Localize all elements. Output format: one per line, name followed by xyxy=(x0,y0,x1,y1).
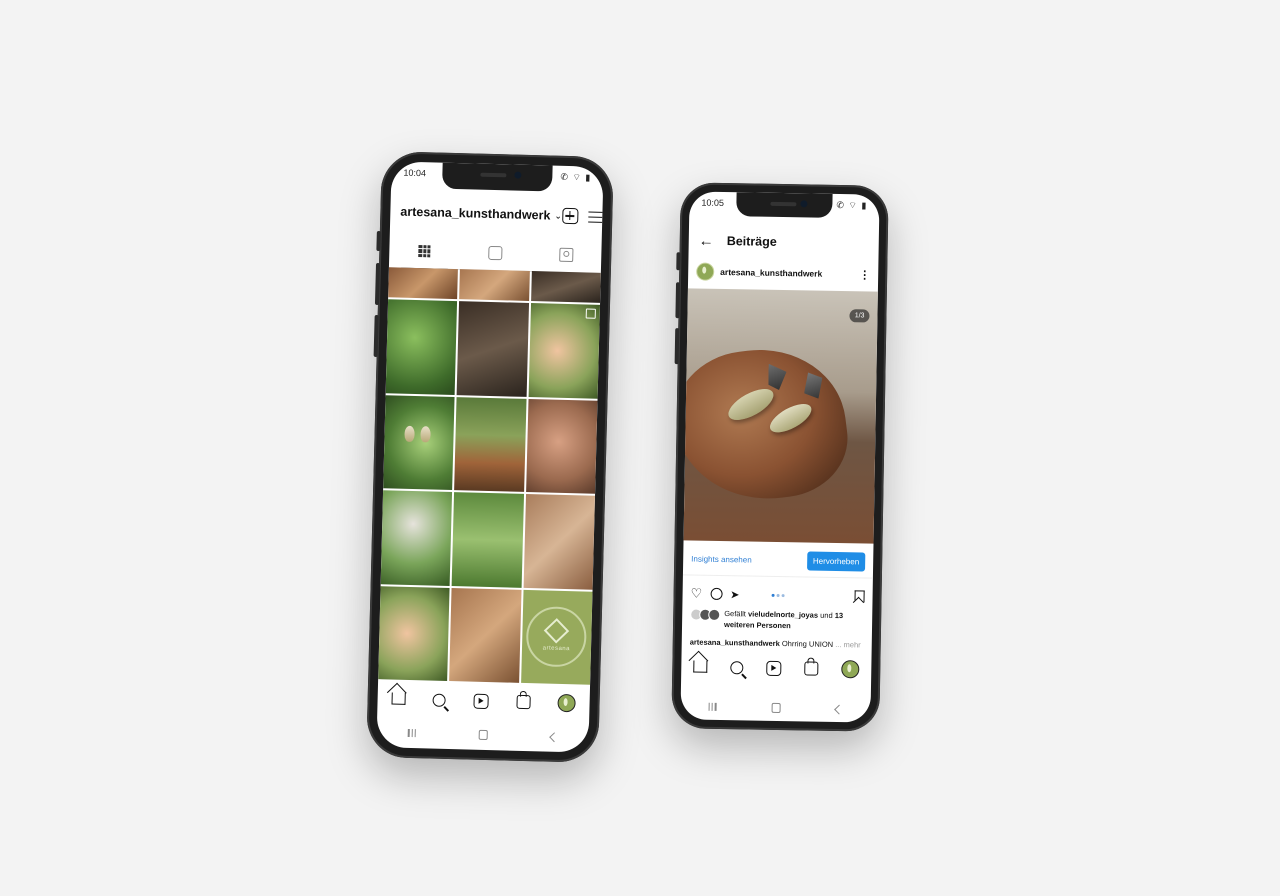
author-name[interactable]: artesana_kunsthandwerk xyxy=(720,267,822,279)
insights-row: Insights ansehen Hervorheben xyxy=(682,542,874,579)
multi-image-icon xyxy=(585,308,596,319)
post-actions: ♡ ➤ xyxy=(682,583,872,606)
status-icons: ✆ ⌔ ▮ xyxy=(836,199,868,211)
notch xyxy=(442,162,553,192)
carousel-dots xyxy=(771,593,785,597)
bookmark-icon[interactable] xyxy=(854,590,865,603)
author-avatar[interactable] xyxy=(696,262,715,281)
tab-tagged[interactable] xyxy=(530,237,602,273)
shop-icon[interactable] xyxy=(804,661,819,676)
home-icon[interactable] xyxy=(692,660,708,673)
volume-button xyxy=(676,252,681,271)
comment-icon[interactable] xyxy=(710,587,723,601)
grid-photo[interactable] xyxy=(388,267,459,300)
add-post-icon[interactable] xyxy=(561,207,579,225)
bottom-nav xyxy=(377,679,590,723)
volume-button xyxy=(374,262,381,306)
bottom-nav xyxy=(681,651,871,684)
insights-link[interactable]: Insights ansehen xyxy=(691,554,752,564)
notch xyxy=(736,192,833,218)
recents-icon[interactable] xyxy=(708,702,717,711)
home-icon[interactable] xyxy=(391,692,406,705)
photo-grid: artesana xyxy=(378,267,601,685)
brand-logo: artesana xyxy=(525,606,588,668)
system-home-icon[interactable] xyxy=(771,702,781,714)
grid-photo[interactable] xyxy=(383,394,455,491)
page-title: Beiträge xyxy=(726,234,777,249)
heart-icon[interactable]: ♡ xyxy=(690,585,702,601)
likes-prefix: Gefällt xyxy=(724,609,747,619)
reels-icon[interactable] xyxy=(473,693,489,709)
reels-icon[interactable] xyxy=(766,660,782,676)
tab-reels[interactable] xyxy=(460,235,532,271)
search-icon[interactable] xyxy=(729,660,744,674)
post-screen: 10:05 ✆ ⌔ ▮ ← Beiträge artesana_kunsthan… xyxy=(680,191,880,723)
grid-photo[interactable] xyxy=(385,299,458,395)
post-image[interactable]: 1/3 xyxy=(683,288,878,544)
grid-photo[interactable] xyxy=(454,396,527,492)
tagged-icon xyxy=(558,247,574,263)
grid-photo[interactable] xyxy=(525,398,598,494)
post-author-row: artesana_kunsthandwerk ⋮ xyxy=(688,259,878,286)
grid-photo[interactable] xyxy=(530,271,601,303)
reels-icon xyxy=(488,245,503,261)
caption-user[interactable]: artesana_kunsthandwerk xyxy=(690,637,780,648)
liker-avatars xyxy=(690,608,721,630)
grid-photo[interactable] xyxy=(451,492,524,588)
volume-button xyxy=(373,314,379,358)
system-back-icon[interactable] xyxy=(834,704,845,715)
likes-user[interactable]: vieludelnorte_joyas xyxy=(748,609,818,619)
caption: artesana_kunsthandwerk Ohrring UNION ...… xyxy=(682,637,872,649)
status-icons: ✆ ⌔ ▮ xyxy=(560,171,592,183)
grid-photo[interactable] xyxy=(378,585,450,681)
grid-icon xyxy=(418,245,431,258)
system-home-icon[interactable] xyxy=(478,729,488,741)
caption-more-link[interactable]: ... mehr xyxy=(835,640,861,649)
phone-profile: 10:04 ✆ ⌔ ▮ artesana_kunsthandwerk ⌄ art… xyxy=(366,151,614,763)
image-counter-badge: 1/3 xyxy=(849,309,870,323)
menu-icon[interactable] xyxy=(587,210,603,223)
profile-avatar[interactable] xyxy=(557,693,576,713)
profile-screen: 10:04 ✆ ⌔ ▮ artesana_kunsthandwerk ⌄ art… xyxy=(376,161,604,753)
grid-photo[interactable]: artesana xyxy=(520,589,593,685)
grid-photo[interactable] xyxy=(380,490,453,586)
back-arrow-icon[interactable]: ← xyxy=(699,232,717,249)
post-header: ← Beiträge xyxy=(689,227,879,256)
volume-button xyxy=(675,282,681,319)
shop-icon[interactable] xyxy=(515,694,531,710)
likes-row: Gefällt vieludelnorte_joyas und 13 weite… xyxy=(682,607,872,632)
system-nav xyxy=(680,693,870,722)
system-nav xyxy=(376,717,589,753)
likes-and: und xyxy=(820,610,833,620)
status-time: 10:04 xyxy=(403,167,427,179)
grid-photo[interactable] xyxy=(456,301,529,397)
grid-photo[interactable] xyxy=(449,587,522,683)
grid-photo[interactable] xyxy=(459,269,530,301)
profile-avatar[interactable] xyxy=(841,660,860,679)
grid-photo[interactable] xyxy=(523,493,596,590)
profile-header: artesana_kunsthandwerk ⌄ xyxy=(390,199,603,229)
profile-username[interactable]: artesana_kunsthandwerk xyxy=(400,205,550,223)
caption-text: Ohrring UNION xyxy=(781,639,834,649)
recents-icon[interactable] xyxy=(407,728,417,738)
search-icon[interactable] xyxy=(432,693,447,707)
phone-post: 10:05 ✆ ⌔ ▮ ← Beiträge artesana_kunsthan… xyxy=(671,182,889,732)
volume-button xyxy=(674,328,680,365)
more-options-icon[interactable]: ⋮ xyxy=(859,268,870,281)
volume-button xyxy=(376,230,381,252)
status-time: 10:05 xyxy=(701,197,725,208)
share-icon[interactable]: ➤ xyxy=(730,588,739,601)
tab-grid[interactable] xyxy=(389,233,461,269)
promote-button[interactable]: Hervorheben xyxy=(806,550,866,572)
grid-photo[interactable] xyxy=(528,303,601,399)
system-back-icon[interactable] xyxy=(548,731,559,742)
